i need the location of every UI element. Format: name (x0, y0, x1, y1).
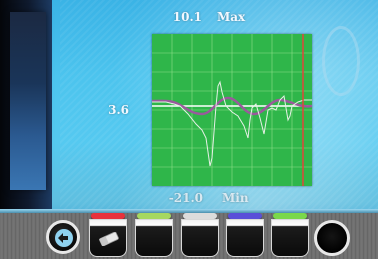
back-button[interactable] (46, 220, 80, 254)
eraser-icon (99, 232, 119, 246)
min-label: Min (222, 191, 249, 205)
slot-button-white[interactable] (181, 213, 219, 257)
left-panel (10, 12, 46, 190)
slot-button-blue[interactable] (226, 213, 264, 257)
max-value: 10.1 (172, 10, 202, 24)
current-value: 3.6 (108, 103, 129, 117)
slot-cup (135, 219, 173, 257)
slot-button-green[interactable] (135, 213, 173, 257)
waveform-graph (152, 34, 312, 186)
waveform-svg (152, 34, 312, 186)
slot-cup (226, 219, 264, 257)
round-button[interactable] (314, 220, 350, 256)
slot-cup (181, 219, 219, 257)
eraser-button[interactable] (89, 213, 127, 257)
max-label: Max (217, 10, 246, 24)
min-value: -21.0 (168, 191, 203, 205)
slot-cup (271, 219, 309, 257)
back-arrow-icon (55, 229, 73, 247)
slot-button-light-green[interactable] (271, 213, 309, 257)
glare-ring (322, 26, 360, 96)
screen: 10.1 Max 3.6 -21.0 Min (0, 0, 378, 259)
slot-cup (89, 219, 127, 257)
graph-grid (152, 34, 312, 186)
